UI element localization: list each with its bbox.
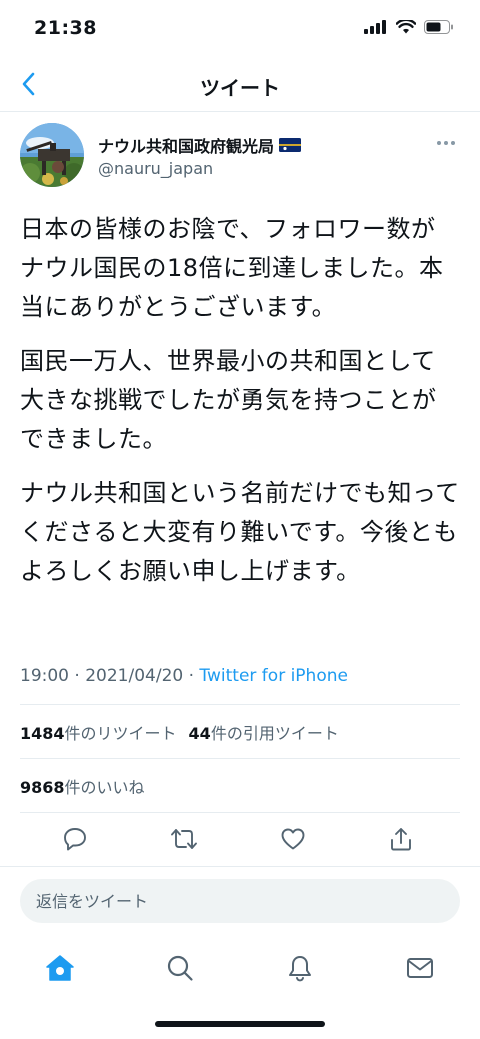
avatar[interactable] (20, 123, 84, 187)
search-icon (167, 955, 193, 981)
divider (20, 812, 460, 813)
tweet-date: 2021/04/20 (85, 666, 184, 686)
retweet-stats: 1484件のリツイート 44件の引用ツイート (20, 720, 339, 744)
page-title: ツイート (200, 76, 280, 100)
status-bar: 21:38 (0, 0, 480, 56)
home-indicator[interactable] (155, 1021, 325, 1027)
tab-notifications[interactable] (280, 948, 320, 988)
retweets-link[interactable]: 1484件のリツイート (20, 720, 177, 744)
share-icon (391, 828, 411, 851)
author-name[interactable]: ナウル共和国政府観光局 (98, 133, 274, 157)
like-button[interactable] (276, 822, 310, 856)
nauru-flag-icon (279, 138, 302, 152)
meta-separator: · (188, 666, 195, 686)
tweet-meta: 19:00 · 2021/04/20 · Twitter for iPhone (20, 666, 348, 686)
tweet-source-link[interactable]: Twitter for iPhone (199, 666, 348, 686)
bottom-tab-bar (0, 936, 480, 996)
wifi-icon (396, 20, 416, 34)
status-icons (364, 20, 454, 34)
status-time: 21:38 (34, 17, 97, 39)
tweet-text: 日本の皆様のお陰で、フォロワー数がナウル国民の18倍に到達しました。本当にありが… (20, 210, 460, 606)
divider (20, 704, 460, 705)
meta-separator: · (74, 666, 80, 686)
more-horizontal-icon (437, 141, 455, 145)
retweet-icon (171, 829, 197, 849)
like-stats: 9868件のいいね (20, 774, 145, 798)
retweet-button[interactable] (167, 822, 201, 856)
reply-button[interactable] (58, 822, 92, 856)
tweet-paragraph: 日本の皆様のお陰で、フォロワー数がナウル国民の18倍に到達しました。本当にありが… (20, 215, 444, 321)
more-button[interactable] (434, 135, 458, 151)
bell-icon (289, 956, 311, 982)
reply-bar (0, 866, 480, 936)
author-name-row: ナウル共和国政府観光局 (98, 133, 302, 157)
share-button[interactable] (384, 822, 418, 856)
signal-icon (364, 20, 386, 34)
battery-icon (424, 20, 453, 34)
likes-label: 件のいいね (64, 778, 145, 797)
author-handle[interactable]: @nauru_japan (98, 159, 213, 178)
tweet-paragraph: ナウル共和国という名前だけでも知ってくださると大変有り難いです。今後ともよろしく… (20, 479, 460, 585)
retweets-count: 1484 (20, 724, 65, 743)
mail-icon (407, 958, 433, 978)
tweet-actions (0, 818, 480, 858)
divider (20, 758, 460, 759)
tab-search[interactable] (160, 948, 200, 988)
tweet-time: 19:00 (20, 666, 69, 686)
tweet-paragraph: 国民一万人、世界最小の共和国として大きな挑戦でしたが勇気を持つことができました。 (20, 347, 437, 453)
reply-icon (64, 828, 86, 851)
retweets-label: 件のリツイート (64, 724, 177, 743)
tab-home[interactable] (40, 948, 80, 988)
tab-messages[interactable] (400, 948, 440, 988)
reply-input[interactable] (20, 879, 460, 923)
likes-count: 9868 (20, 778, 65, 797)
quotes-count: 44 (188, 724, 211, 743)
heart-icon (281, 828, 305, 850)
home-icon (46, 955, 74, 981)
nav-bar: ツイート (0, 56, 480, 112)
quotes-label: 件の引用ツイート (210, 724, 339, 743)
tweet-author: ナウル共和国政府観光局 @nauru_japan (20, 123, 460, 189)
likes-link[interactable]: 9868件のいいね (20, 774, 145, 798)
quotes-link[interactable]: 44件の引用ツイート (189, 720, 339, 744)
avatar-image (20, 123, 84, 187)
